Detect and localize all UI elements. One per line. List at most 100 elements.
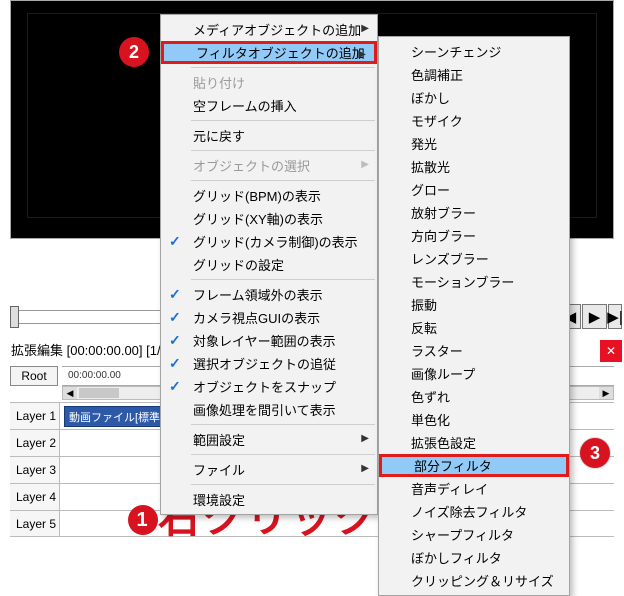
menu-item[interactable]: モザイク xyxy=(379,109,569,132)
menu-item[interactable]: ✓オブジェクトをスナップ xyxy=(161,375,377,398)
menu-item-label: ノイズ除去フィルタ xyxy=(411,502,527,521)
check-icon: ✓ xyxy=(169,233,181,250)
menu-item[interactable]: グリッド(XY軸)の表示 xyxy=(161,207,377,230)
menu-item[interactable]: ✓フレーム領域外の表示 xyxy=(161,283,377,306)
menu-item[interactable]: 画像ループ xyxy=(379,362,569,385)
menu-item[interactable]: ラスター xyxy=(379,339,569,362)
menu-item[interactable]: ✓カメラ視点GUIの表示 xyxy=(161,306,377,329)
anno-badge-1: 1 xyxy=(128,505,158,535)
menu-item[interactable]: 方向ブラー xyxy=(379,224,569,247)
anno-badge-2: 2 xyxy=(119,37,149,67)
menu-separator xyxy=(191,180,375,181)
play-button[interactable]: ▶ xyxy=(582,304,607,329)
next-button[interactable]: ▶| xyxy=(608,304,622,329)
menu-item[interactable]: グリッド(BPM)の表示 xyxy=(161,184,377,207)
filter-submenu[interactable]: シーンチェンジ色調補正ぼかしモザイク発光拡散光グロー放射ブラー方向ブラーレンズブ… xyxy=(378,36,570,596)
menu-item-label: ぼかし xyxy=(411,88,450,107)
menu-item[interactable]: クリッピング＆リサイズ xyxy=(379,569,569,592)
menu-item[interactable]: 画像処理を間引いて表示 xyxy=(161,398,377,421)
menu-item[interactable]: メディアオブジェクトの追加▶ xyxy=(161,18,377,41)
menu-item[interactable]: 拡散光 xyxy=(379,155,569,178)
menu-item[interactable]: 環境設定 xyxy=(161,488,377,511)
layer-label[interactable]: Layer 2 xyxy=(10,430,60,456)
menu-item[interactable]: 色調補正 xyxy=(379,63,569,86)
menu-separator xyxy=(191,120,375,121)
layer-label[interactable]: Layer 1 xyxy=(10,403,60,429)
menu-item-label: 単色化 xyxy=(411,410,450,429)
menu-item[interactable]: グリッドの設定 xyxy=(161,253,377,276)
menu-item[interactable]: 音声ディレイ xyxy=(379,477,569,500)
menu-item-label: 空フレームの挿入 xyxy=(193,96,297,115)
menu-item[interactable]: ノイズ除去フィルタ xyxy=(379,500,569,523)
menu-item: 貼り付け xyxy=(161,71,377,94)
menu-item[interactable]: フィルタオブジェクトの追加▶ xyxy=(161,41,377,64)
seek-slider-thumb[interactable] xyxy=(10,306,19,328)
menu-item-label: 方向ブラー xyxy=(411,226,476,245)
menu-item[interactable]: ✓ 対象レイヤー範囲の表示 xyxy=(161,329,377,352)
menu-item-label: シャープフィルタ xyxy=(411,525,514,544)
menu-item-label: オブジェクトの選択 xyxy=(193,156,310,175)
hscroll-left-icon[interactable]: ◀ xyxy=(63,387,77,399)
menu-item[interactable]: 拡張色設定 xyxy=(379,431,569,454)
menu-item[interactable]: ✓グリッド(カメラ制御)の表示 xyxy=(161,230,377,253)
menu-item[interactable]: ぼかしフィルタ xyxy=(379,546,569,569)
video-clip[interactable]: 動画ファイル[標準 xyxy=(64,406,174,427)
menu-separator xyxy=(191,279,375,280)
hscroll-thumb[interactable] xyxy=(79,388,119,398)
menu-item-label: 音声ディレイ xyxy=(411,479,488,498)
anno-badge-3: 3 xyxy=(580,438,610,468)
menu-item[interactable]: シャープフィルタ xyxy=(379,523,569,546)
menu-item-label: 拡散光 xyxy=(411,157,450,176)
menu-item-label: グロー xyxy=(411,180,450,199)
ruler-tick: 00:00:00.00 xyxy=(68,370,121,381)
root-cell[interactable]: Root xyxy=(10,366,58,386)
menu-item-label: グリッドの設定 xyxy=(193,255,284,274)
menu-item-label: 対象レイヤー範囲の表示 xyxy=(193,331,336,350)
menu-item-label: グリッド(XY軸)の表示 xyxy=(193,209,323,228)
menu-item[interactable]: ぼかし xyxy=(379,86,569,109)
menu-item[interactable]: 単色化 xyxy=(379,408,569,431)
menu-item[interactable]: 振動 xyxy=(379,293,569,316)
menu-item-label: 放射ブラー xyxy=(411,203,476,222)
menu-item-label: レンズブラー xyxy=(411,249,489,268)
menu-item[interactable]: 発光 xyxy=(379,132,569,155)
menu-item[interactable]: グロー xyxy=(379,178,569,201)
context-menu[interactable]: メディアオブジェクトの追加▶フィルタオブジェクトの追加▶ 貼り付け空フレームの挿入… xyxy=(160,14,378,515)
layer-label[interactable]: Layer 5 xyxy=(10,511,60,536)
menu-item-label: 環境設定 xyxy=(193,490,245,509)
check-icon: ✓ xyxy=(169,332,181,349)
menu-item[interactable]: 色ずれ xyxy=(379,385,569,408)
menu-item[interactable]: ファイル▶ xyxy=(161,458,377,481)
menu-item[interactable]: ✓選択オブジェクトの追従 xyxy=(161,352,377,375)
submenu-arrow-icon: ▶ xyxy=(361,433,369,444)
menu-item-label: 色ずれ xyxy=(411,387,450,406)
menu-item[interactable]: 元に戻す xyxy=(161,124,377,147)
menu-item[interactable]: レンズブラー xyxy=(379,247,569,270)
menu-item-label: 拡張色設定 xyxy=(411,433,476,452)
menu-item[interactable]: 空フレームの挿入 xyxy=(161,94,377,117)
menu-item-label: グリッド(BPM)の表示 xyxy=(193,186,321,205)
menu-item[interactable]: シーンチェンジ xyxy=(379,40,569,63)
menu-item-label: シーンチェンジ xyxy=(411,42,501,61)
submenu-arrow-icon: ▶ xyxy=(361,159,369,170)
check-icon: ✓ xyxy=(169,355,181,372)
menu-item-label: ぼかしフィルタ xyxy=(411,548,502,567)
menu-item[interactable]: 部分フィルタ xyxy=(379,454,569,477)
submenu-arrow-icon: ▶ xyxy=(361,463,369,474)
layer-label[interactable]: Layer 4 xyxy=(10,484,60,510)
menu-item-label: 画像処理を間引いて表示 xyxy=(193,400,336,419)
menu-item[interactable]: モーションブラー xyxy=(379,270,569,293)
play-icon: ▶ xyxy=(589,308,601,326)
close-button[interactable]: ✕ xyxy=(600,340,622,362)
menu-item-label: 反転 xyxy=(411,318,437,337)
menu-item[interactable]: 放射ブラー xyxy=(379,201,569,224)
menu-item-label: 部分フィルタ xyxy=(414,456,492,475)
menu-item: オブジェクトの選択 ▶ xyxy=(161,154,377,177)
close-icon: ✕ xyxy=(606,344,616,358)
menu-item-label: 画像ループ xyxy=(411,364,475,383)
menu-item[interactable]: 範囲設定▶ xyxy=(161,428,377,451)
layer-label[interactable]: Layer 3 xyxy=(10,457,60,483)
hscroll-right-icon[interactable]: ▶ xyxy=(599,387,613,399)
menu-item[interactable]: 反転 xyxy=(379,316,569,339)
menu-item-label: クリッピング＆リサイズ xyxy=(411,571,554,590)
